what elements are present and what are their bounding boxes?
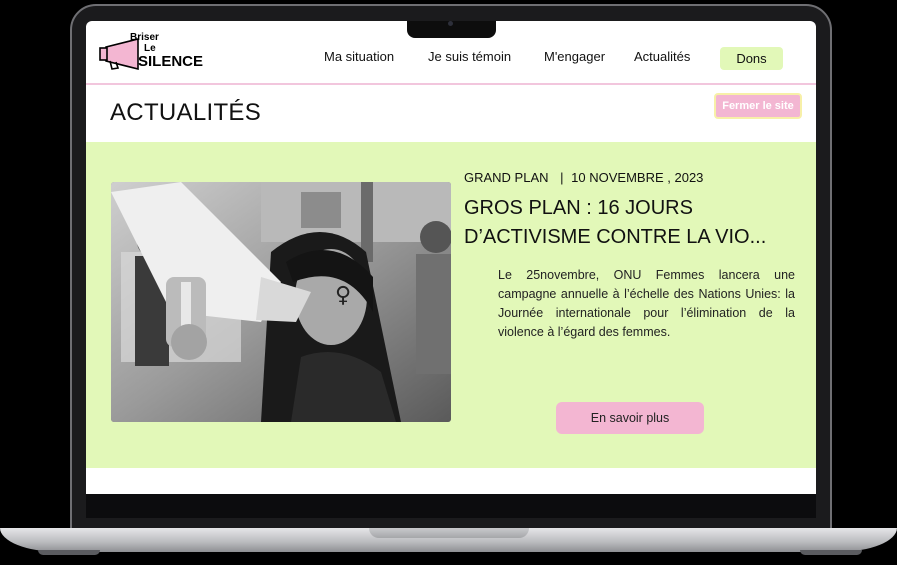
article-date: 10 NOVEMBRE , 2023 xyxy=(571,170,704,185)
headline-line-2: D’ACTIVISME CONTRE LA VIO... xyxy=(464,226,767,248)
camera-icon xyxy=(448,21,453,26)
article-excerpt: Le 25novembre, ONU Femmes lancera une ca… xyxy=(498,268,795,339)
laptop-screen: Briser Le SILENCE Ma situation Je suis t… xyxy=(86,21,816,494)
logo-text-briser: Briser xyxy=(130,32,159,43)
nav-ma-situation[interactable]: Ma situation xyxy=(324,49,394,64)
site-logo[interactable]: Briser Le SILENCE xyxy=(98,31,208,77)
logo-text-silence: SILENCE xyxy=(138,53,204,70)
nav-m-engager[interactable]: M'engager xyxy=(544,49,605,64)
page-title: ACTUALITÉS xyxy=(110,99,262,126)
close-site-button[interactable]: Fermer le site xyxy=(714,93,802,119)
featured-article-card: ♀ GRAND PLAN | 10 NOVEMBRE , 2023 GROS P… xyxy=(86,142,816,468)
laptop-foot-left xyxy=(38,550,100,555)
read-more-button[interactable]: En savoir plus xyxy=(556,402,704,434)
article-meta: GRAND PLAN | 10 NOVEMBRE , 2023 xyxy=(464,170,703,185)
article-headline[interactable]: GROS PLAN : 16 JOURS D’ACTIVISME CONTRE … xyxy=(464,194,804,252)
article-category: GRAND PLAN xyxy=(464,170,549,185)
donate-button[interactable]: Dons xyxy=(720,47,783,70)
nav-actualites[interactable]: Actualités xyxy=(634,49,690,64)
laptop-foot-right xyxy=(800,550,862,555)
meta-separator: | xyxy=(560,170,564,185)
svg-text:♀: ♀ xyxy=(335,283,351,308)
laptop-base-notch xyxy=(369,528,529,538)
headline-line-1: GROS PLAN : 16 JOURS xyxy=(464,197,693,219)
article-photo[interactable]: ♀ xyxy=(111,182,451,422)
woman-megaphone-photo-icon: ♀ xyxy=(111,182,451,422)
laptop-bottom-bezel xyxy=(86,494,816,518)
nav-je-suis-temoin[interactable]: Je suis témoin xyxy=(428,49,511,64)
